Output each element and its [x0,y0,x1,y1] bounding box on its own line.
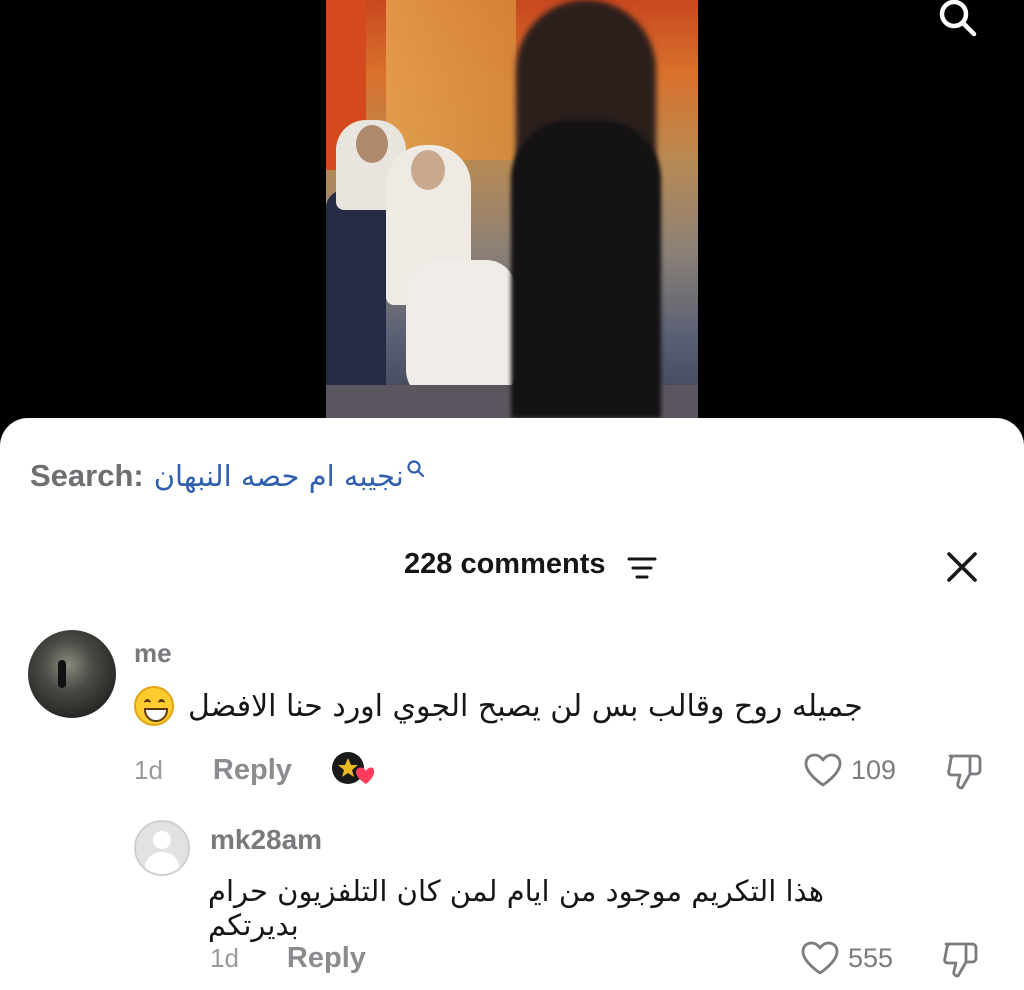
search-query-link[interactable]: نجيبه ام حصه النبهان [154,459,404,493]
comment-text: جميله روح وقالب بس لن يصبح الجوي اورد حن… [188,688,863,724]
avatar-figure [58,660,66,688]
video-audience-2-head [411,150,445,190]
comments-header: 228 comments [0,548,1024,588]
avatar-body [145,852,179,874]
comment-body: جميله روح وقالب بس لن يصبح الجوي اورد حن… [134,684,874,728]
avatar[interactable] [134,820,190,876]
search-prefix: Search: [30,458,144,493]
comments-count: 228 comments [404,548,606,580]
comments-sheet: Search: نجيبه ام حصه النبهان 228 comment… [0,418,1024,990]
video-player[interactable] [0,0,1024,440]
search-suggestion[interactable]: Search: نجيبه ام حصه النبهان [30,454,426,498]
like-group[interactable]: 109 [803,750,896,790]
video-audience-3 [406,260,516,400]
comment-meta: 1d Reply [210,938,366,978]
close-icon[interactable] [940,548,984,588]
video-wall [386,0,516,160]
comment-time: 1d [210,942,239,973]
search-icon[interactable] [930,0,982,42]
comment-username[interactable]: me [134,638,172,669]
video-chair [326,190,386,390]
comment-text: هذا التكريم موجود من ايام لمن كان التلفز… [208,874,825,942]
reply-button[interactable]: Reply [213,754,292,787]
avatar[interactable] [28,630,116,718]
like-count: 109 [851,754,897,785]
like-count: 555 [848,942,894,973]
video-blurred-figure [511,120,661,418]
video-audience-1-head [356,125,388,163]
comment-time: 1d [134,754,163,785]
comment-meta: 1d Reply [134,750,292,790]
video-frame[interactable] [326,0,698,418]
heart-icon[interactable] [803,752,843,788]
reply-button[interactable]: Reply [287,942,366,975]
creator-liked-icon [332,752,374,784]
avatar-head [153,831,171,849]
heart-icon[interactable] [800,940,840,976]
comment-username[interactable]: mk28am [210,824,322,856]
grinning-face-icon [134,686,174,726]
like-group[interactable]: 555 [800,938,893,978]
sort-icon[interactable] [627,554,657,582]
dislike-icon[interactable] [944,750,986,792]
search-small-icon [407,460,424,478]
dislike-icon[interactable] [940,938,982,980]
